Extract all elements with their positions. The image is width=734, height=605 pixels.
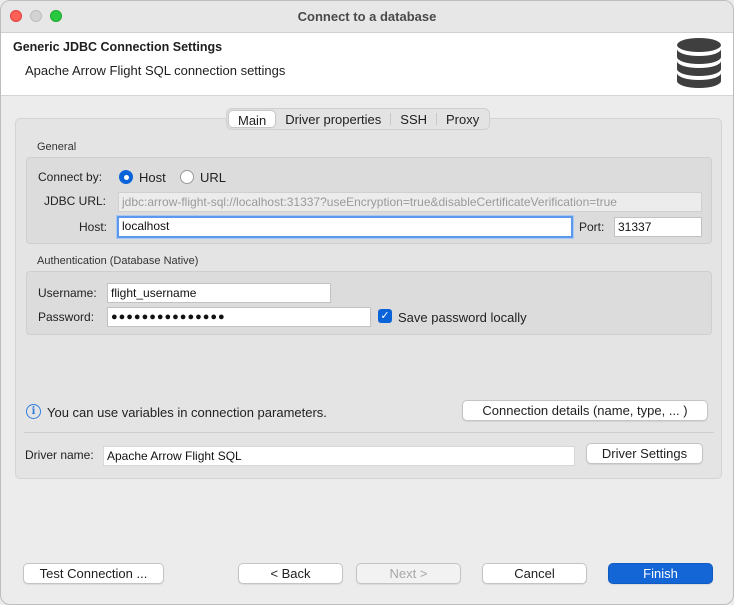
finish-button[interactable]: Finish [608, 563, 713, 584]
tab-proxy[interactable]: Proxy [437, 110, 488, 128]
dialog-window: Connect to a database Generic JDBC Conne… [0, 0, 734, 605]
general-group-label: General [37, 141, 77, 153]
host-label: Host: [79, 220, 108, 234]
title-bar: Connect to a database [1, 1, 733, 33]
driver-settings-button[interactable]: Driver Settings [586, 443, 703, 464]
driver-name-field: Apache Arrow Flight SQL [103, 446, 575, 466]
info-icon: i [26, 404, 41, 419]
url-radio-label[interactable]: URL [200, 170, 226, 185]
dialog-header: Generic JDBC Connection Settings Apache … [1, 33, 733, 96]
auth-group-label: Authentication (Database Native) [37, 255, 199, 267]
username-label: Username: [38, 286, 97, 300]
back-button[interactable]: < Back [238, 563, 343, 584]
tab-ssh[interactable]: SSH [391, 110, 436, 128]
test-connection-button[interactable]: Test Connection ... [23, 563, 164, 584]
auth-group: Username: flight_username Password: ●●●●… [26, 271, 712, 335]
driver-name-label: Driver name: [25, 448, 94, 462]
password-label: Password: [38, 310, 95, 324]
port-label: Port: [579, 220, 605, 234]
password-input[interactable]: ●●●●●●●●●●●●●●● [107, 307, 371, 327]
variables-info-text: You can use variables in connection para… [47, 405, 327, 420]
main-panel: General Connect by: Host URL JDBC URL: j… [15, 118, 722, 479]
connection-details-button[interactable]: Connection details (name, type, ... ) [462, 400, 708, 421]
username-input[interactable]: flight_username [107, 283, 331, 303]
connect-by-label: Connect by: [38, 170, 103, 184]
host-input[interactable]: localhost [117, 216, 573, 238]
tab-bar: Main Driver properties SSH Proxy [226, 108, 491, 130]
jdbc-url-label: JDBC URL: [44, 194, 107, 208]
save-password-label[interactable]: Save password locally [398, 310, 527, 325]
jdbc-url-field: jdbc:arrow-flight-sql://localhost:31337?… [118, 192, 702, 212]
save-password-checkbox[interactable]: ✓ [378, 309, 392, 323]
url-radio[interactable] [180, 170, 194, 184]
next-button[interactable]: Next > [356, 563, 461, 584]
host-radio-label[interactable]: Host [139, 170, 166, 185]
cancel-button[interactable]: Cancel [482, 563, 587, 584]
window-title: Connect to a database [297, 9, 437, 24]
header-title: Generic JDBC Connection Settings [13, 40, 223, 54]
port-input[interactable]: 31337 [614, 217, 702, 237]
tab-main[interactable]: Main [228, 110, 277, 128]
database-icon [677, 38, 721, 88]
host-radio[interactable] [119, 170, 133, 184]
header-subtitle: Apache Arrow Flight SQL connection setti… [25, 63, 286, 78]
divider [24, 432, 714, 433]
tab-driver-properties[interactable]: Driver properties [276, 110, 390, 128]
general-group: Connect by: Host URL JDBC URL: jdbc:arro… [26, 157, 712, 244]
